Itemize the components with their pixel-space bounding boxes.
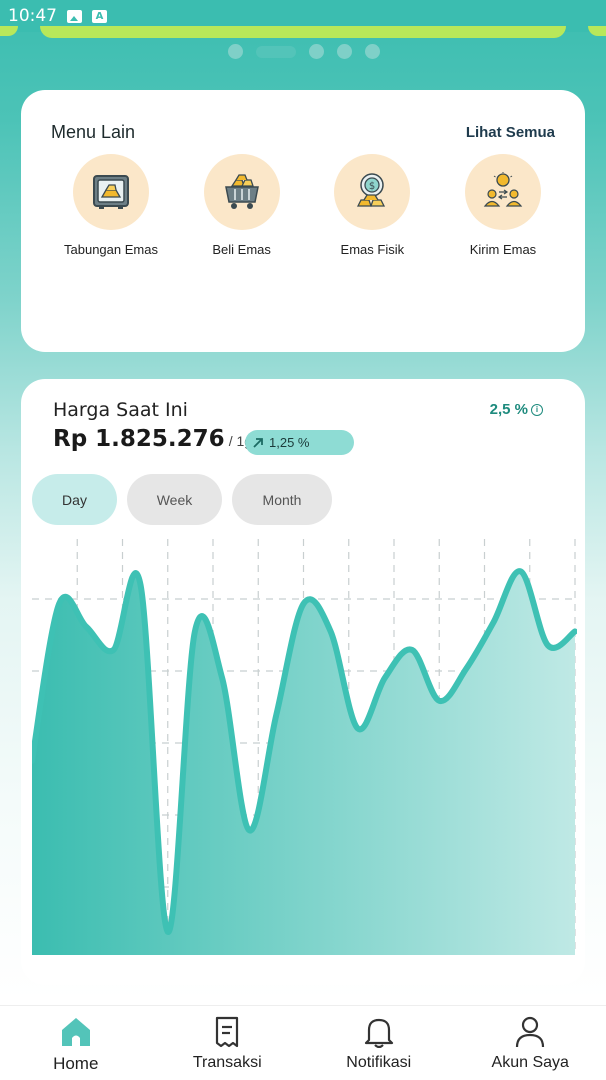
carousel-dot[interactable] [365,44,380,59]
gallery-notification-icon [67,9,82,23]
gold-safe-icon [73,154,149,230]
gold-transfer-icon [464,154,541,230]
info-icon[interactable]: i [531,403,543,416]
status-time: 10:47 [8,6,57,26]
price-percent[interactable]: 2,5 % i [490,401,543,418]
home-icon [61,1018,90,1046]
menu-item-emas-fisik[interactable]: $ Emas Fisik [312,154,432,257]
gold-bars-coin-icon: $ [334,154,411,230]
menu-item-label: Emas Fisik [340,242,405,257]
user-icon [516,1016,545,1048]
price-percent-value: 2,5 % [489,401,528,418]
nav-akun-saya[interactable]: Akun Saya [455,1006,606,1080]
gold-cart-icon [203,154,280,230]
carousel-next-slide[interactable] [588,26,606,36]
nav-label: Akun Saya [491,1054,569,1071]
price-change-value: 1,25 % [269,435,310,450]
price-row: Rp 1.825.276 / 1gr [53,426,257,452]
price-change-badge: 1,25 % [245,430,354,455]
menu-item-label: Kirim Emas [469,242,537,257]
price-card: Harga Saat Ini 2,5 % i Rp 1.825.276 / 1g… [21,379,585,985]
menu-item-label: Tabungan Emas [64,242,158,257]
price-area [32,571,575,955]
menu-items: Tabungan Emas Beli Emas $ Emas Fisik Kir… [51,154,563,257]
app-notification-icon: A [92,9,107,23]
menu-item-kirim-emas[interactable]: Kirim Emas [443,154,563,257]
carousel-dot[interactable] [309,44,324,59]
price-value: Rp 1.825.276 [53,426,225,452]
nav-notifikasi[interactable]: Notifikasi [303,1006,455,1080]
see-all-link[interactable]: Lihat Semua [466,124,555,141]
carousel-prev-slide[interactable] [0,26,18,36]
price-chart-svg [29,539,578,955]
period-tabs: Day Week Month [32,474,332,525]
bottom-nav: Home Transaksi Notifikasi Akun Saya [0,1005,606,1080]
menu-card: Menu Lain Lihat Semua Tabungan Emas Beli… [21,90,585,352]
trend-up-arrow-icon [253,437,263,448]
svg-text:$: $ [369,181,375,192]
menu-title: Menu Lain [51,122,136,142]
carousel-banner[interactable] [40,26,566,38]
price-chart [29,539,578,959]
nav-transaksi[interactable]: Transaksi [152,1006,304,1080]
carousel-dot-active[interactable] [256,45,296,58]
carousel-dot[interactable] [337,44,352,59]
carousel-indicator [228,44,380,59]
carousel-dot[interactable] [228,44,243,59]
bell-icon [364,1018,393,1048]
menu-item-label: Beli Emas [212,242,271,257]
nav-label: Home [53,1054,99,1073]
receipt-icon [216,1016,239,1048]
nav-label: Notifikasi [346,1054,412,1071]
price-title: Harga Saat Ini [53,399,188,421]
menu-item-tabungan-emas[interactable]: Tabungan Emas [51,154,171,257]
tab-week[interactable]: Week [127,474,222,525]
menu-item-beli-emas[interactable]: Beli Emas [182,154,302,257]
nav-label: Transaksi [192,1054,262,1071]
tab-day[interactable]: Day [32,474,117,525]
tab-month[interactable]: Month [232,474,332,525]
nav-home[interactable]: Home [0,1006,152,1080]
